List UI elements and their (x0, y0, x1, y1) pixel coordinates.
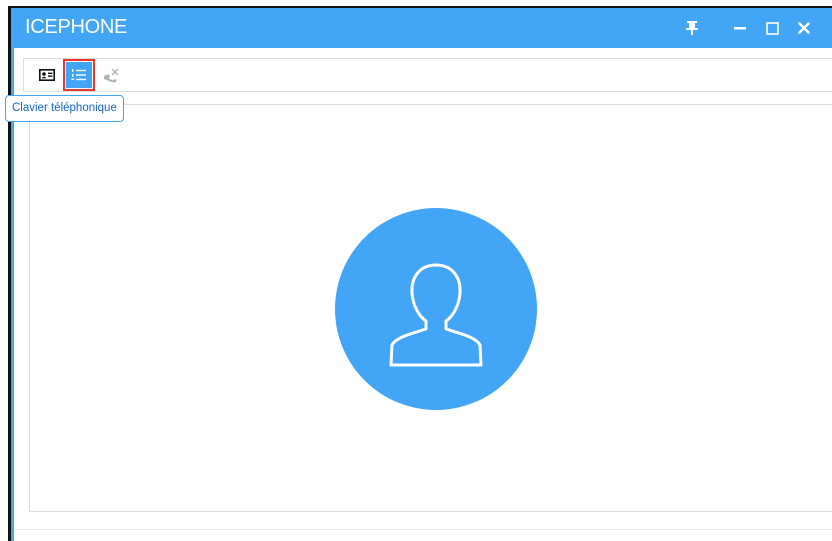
toolbar (23, 58, 832, 92)
hangup-button[interactable] (98, 62, 124, 88)
icephone-window: ICEPHONE (11, 8, 832, 541)
close-icon (798, 22, 810, 34)
pin-icon (686, 21, 698, 35)
user-avatar (335, 208, 537, 410)
minimize-icon (734, 27, 746, 30)
user-avatar-icon (389, 263, 483, 367)
title-bar[interactable]: ICEPHONE (14, 8, 832, 48)
window-title: ICEPHONE (25, 16, 128, 38)
minimize-button[interactable] (728, 16, 752, 40)
contact-card-icon (39, 69, 55, 81)
contact-panel (29, 104, 832, 512)
keypad-list-icon (71, 69, 86, 81)
contact-card-button[interactable] (34, 62, 60, 88)
tooltip: Clavier téléphonique (5, 95, 124, 122)
pin-button[interactable] (680, 16, 704, 40)
close-button[interactable] (792, 16, 816, 40)
screen: ICEPHONE Clavier téléphonique (0, 0, 832, 541)
window-bottom-divider (14, 529, 832, 530)
hangup-phone-icon (103, 68, 119, 83)
keypad-list-button[interactable] (63, 59, 95, 91)
maximize-button[interactable] (760, 16, 784, 40)
maximize-icon (765, 21, 779, 35)
